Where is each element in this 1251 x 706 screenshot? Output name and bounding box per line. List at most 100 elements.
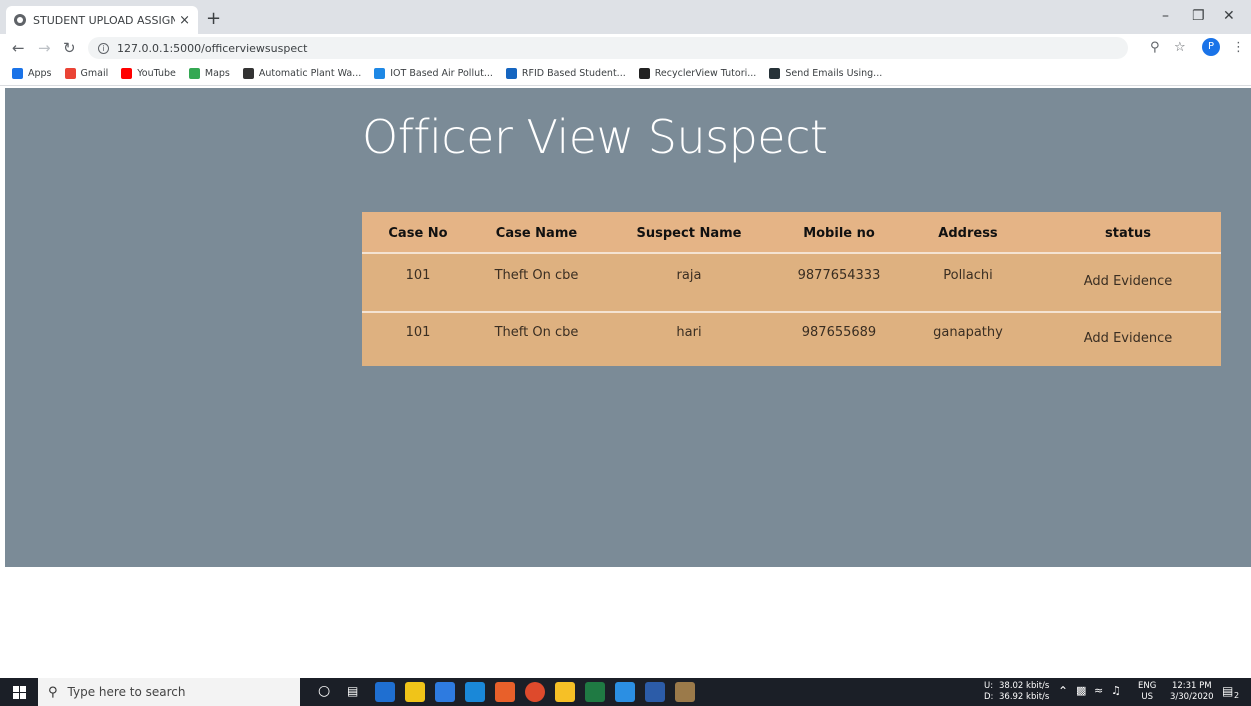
column-header-case-name: Case Name <box>495 226 578 241</box>
start-button[interactable] <box>0 678 38 706</box>
bookmark-favicon-icon <box>638 68 650 79</box>
bookmark-favicon-icon <box>242 68 254 79</box>
edge-icon[interactable] <box>375 682 395 702</box>
python-idle-icon[interactable] <box>675 682 695 702</box>
excel-icon[interactable] <box>585 682 605 702</box>
windows-taskbar: ⚲ Type here to search ○ ▤ U: D: 38.02 kb… <box>0 678 1251 706</box>
chevron-up-icon[interactable]: ⌃ <box>1058 684 1068 698</box>
clock[interactable]: 12:31 PM 3/30/2020 <box>1170 678 1214 706</box>
bookmark-favicon-icon <box>374 68 386 79</box>
table-header: Case No Case Name Suspect Name Mobile no… <box>362 212 1221 254</box>
file-explorer-icon[interactable] <box>405 682 425 702</box>
tab-title: STUDENT UPLOAD ASSIGNMENT <box>33 13 176 27</box>
column-header-address: Address <box>938 226 998 241</box>
cell-case-name: Theft On cbe <box>494 325 579 340</box>
globe-icon <box>14 14 26 26</box>
cell-case-no: 101 <box>405 268 431 283</box>
bookmark-label: Gmail <box>80 68 109 79</box>
bookmark-label: Maps <box>204 68 230 79</box>
network-speed-labels: U: D: <box>984 681 994 702</box>
wifi-icon[interactable]: ≈ <box>1094 684 1103 697</box>
url-text: 127.0.0.1:5000/officerviewsuspect <box>117 41 308 55</box>
page-title: Officer View Suspect <box>362 110 828 164</box>
new-tab-button[interactable]: + <box>206 8 221 29</box>
taskbar-search-input[interactable]: ⚲ Type here to search <box>38 678 300 706</box>
bookmark-label: Automatic Plant Wa... <box>258 68 362 79</box>
column-header-status: status <box>1105 226 1151 241</box>
column-header-case-no: Case No <box>388 226 448 241</box>
add-evidence-link[interactable]: Add Evidence <box>1065 274 1191 289</box>
bookmark-item[interactable]: Maps <box>188 68 230 79</box>
bookmark-label: Apps <box>28 68 52 79</box>
network-speed-values: 38.02 kbit/s 36.92 kbit/s <box>999 681 1050 702</box>
mail-icon[interactable] <box>465 682 485 702</box>
browser-toolbar: ← → ↻ i 127.0.0.1:5000/officerviewsuspec… <box>0 34 1251 62</box>
cell-case-name: Theft On cbe <box>494 268 579 283</box>
restore-icon[interactable]: ❐ <box>1192 8 1205 24</box>
bookmark-item[interactable]: Gmail <box>64 68 109 79</box>
volume-icon[interactable]: ♫ <box>1111 684 1121 697</box>
profile-avatar[interactable]: P <box>1202 38 1220 56</box>
bookmark-favicon-icon <box>12 68 23 79</box>
cell-suspect-name: raja <box>676 268 702 283</box>
site-info-icon[interactable]: i <box>98 42 109 54</box>
cell-address: ganapathy <box>933 325 1003 340</box>
table-row: 101 Theft On cbe hari 987655689 ganapath… <box>362 311 1221 366</box>
browser-tab-strip: STUDENT UPLOAD ASSIGNMENT × + – ❐ ✕ <box>0 0 1251 34</box>
bookmark-item[interactable]: YouTube <box>121 68 176 79</box>
reload-icon[interactable]: ↻ <box>63 39 76 57</box>
column-header-suspect-name: Suspect Name <box>636 226 742 241</box>
bookmark-label: YouTube <box>137 68 176 79</box>
cell-case-no: 101 <box>405 325 431 340</box>
bookmark-label: RecyclerView Tutori... <box>654 68 757 79</box>
bookmark-favicon-icon <box>769 68 781 79</box>
cell-address: Pollachi <box>943 268 993 283</box>
bookmark-favicon-icon <box>505 68 517 79</box>
add-evidence-link[interactable]: Add Evidence <box>1065 331 1191 346</box>
bookmark-label: Send Emails Using... <box>785 68 883 79</box>
back-arrow-icon[interactable]: ← <box>12 39 25 57</box>
cell-mobile: 9877654333 <box>797 268 881 283</box>
window-close-icon[interactable]: ✕ <box>1223 8 1235 24</box>
menu-kebab-icon[interactable]: ⋮ <box>1232 40 1245 55</box>
bookmark-item[interactable]: Apps <box>12 68 52 79</box>
forward-arrow-icon[interactable]: → <box>38 39 51 57</box>
tab-close-button[interactable]: × <box>179 13 190 28</box>
cell-suspect-name: hari <box>676 325 702 340</box>
suspect-table: Case No Case Name Suspect Name Mobile no… <box>362 212 1221 366</box>
zoom-icon[interactable]: ⚲ <box>1150 40 1160 55</box>
bookmark-item[interactable]: RFID Based Student... <box>505 68 626 79</box>
chrome-icon[interactable] <box>525 682 545 702</box>
sticky-notes-icon[interactable] <box>555 682 575 702</box>
bookmark-label: IOT Based Air Pollut... <box>390 68 493 79</box>
bookmark-item[interactable]: Automatic Plant Wa... <box>242 68 362 79</box>
search-icon: ⚲ <box>48 684 58 700</box>
bookmarks-bar: Apps Gmail YouTube Maps Automatic Plant Wa..… <box>0 62 1251 86</box>
notification-count: 2 <box>1234 691 1240 700</box>
battery-icon[interactable]: ▩ <box>1076 684 1086 697</box>
search-placeholder: Type here to search <box>67 685 186 699</box>
bookmark-favicon-icon <box>64 68 76 79</box>
bookmark-item[interactable]: RecyclerView Tutori... <box>638 68 757 79</box>
vscode-icon[interactable] <box>615 682 635 702</box>
bookmark-item[interactable]: Send Emails Using... <box>769 68 882 79</box>
language-indicator[interactable]: ENG US <box>1138 678 1156 706</box>
task-view-icon[interactable]: ▤ <box>347 684 358 698</box>
minimize-icon[interactable]: – <box>1162 8 1169 24</box>
column-header-mobile: Mobile no <box>803 226 875 241</box>
address-bar[interactable]: i 127.0.0.1:5000/officerviewsuspect <box>88 37 1128 59</box>
word-icon[interactable] <box>645 682 665 702</box>
xampp-icon[interactable] <box>495 682 515 702</box>
store-icon[interactable] <box>435 682 455 702</box>
bookmark-favicon-icon <box>121 68 133 79</box>
bookmark-favicon-icon <box>188 68 200 79</box>
table-row: 101 Theft On cbe raja 9877654333 Pollach… <box>362 256 1221 311</box>
notification-center-icon[interactable]: ▤ <box>1222 684 1233 698</box>
cortana-icon[interactable]: ○ <box>318 683 330 699</box>
cell-mobile: 987655689 <box>801 325 877 340</box>
bookmark-item[interactable]: IOT Based Air Pollut... <box>374 68 493 79</box>
bookmark-star-icon[interactable]: ☆ <box>1174 40 1186 55</box>
bookmark-label: RFID Based Student... <box>521 68 626 79</box>
browser-tab[interactable]: STUDENT UPLOAD ASSIGNMENT × <box>6 6 198 34</box>
windows-logo-icon <box>12 685 26 699</box>
